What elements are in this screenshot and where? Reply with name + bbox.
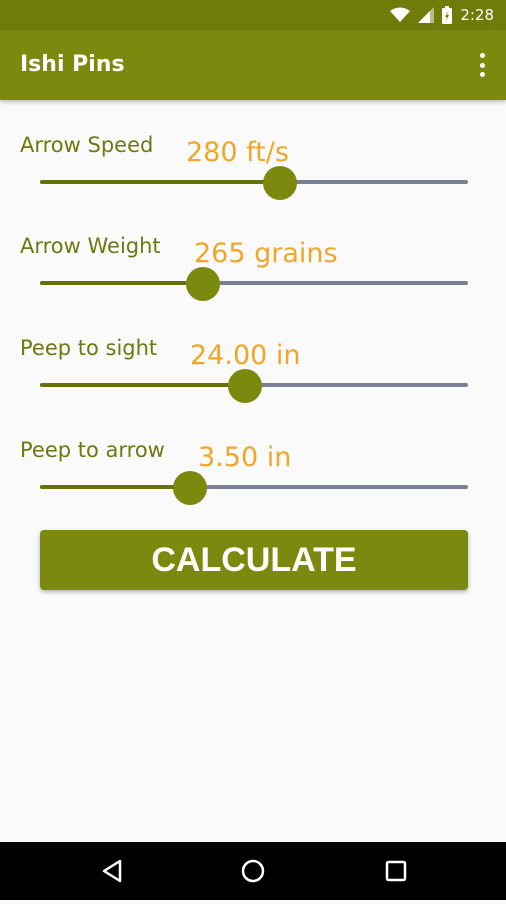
slider-row-peep-to-arrow: Peep to arrow 3.50 in <box>0 438 506 518</box>
wifi-icon <box>390 7 411 22</box>
status-time: 2:28 <box>460 6 494 24</box>
slider-thumb[interactable] <box>262 166 297 200</box>
arrow-weight-slider[interactable] <box>40 264 468 304</box>
status-bar: 2:28 <box>0 0 506 30</box>
slider-thumb[interactable] <box>185 267 220 301</box>
peep-to-arrow-slider[interactable] <box>40 468 468 508</box>
slider-label: Arrow Speed <box>20 133 154 157</box>
slider-label: Peep to sight <box>20 336 158 360</box>
back-icon[interactable] <box>82 842 142 900</box>
recents-icon[interactable] <box>366 842 426 900</box>
slider-track-fill <box>40 485 190 489</box>
slider-thumb[interactable] <box>172 471 207 505</box>
app-title: Ishi Pins <box>20 52 125 77</box>
battery-icon <box>442 6 453 24</box>
slider-track-fill <box>40 281 203 285</box>
overflow-menu-icon[interactable] <box>472 52 492 78</box>
slider-row-arrow-weight: Arrow Weight 265 grains <box>0 234 506 314</box>
home-icon[interactable] <box>223 842 283 900</box>
slider-thumb[interactable] <box>228 369 263 403</box>
calculate-button[interactable]: CALCULATE <box>40 530 468 590</box>
app-bar: Ishi Pins <box>0 30 506 100</box>
peep-to-sight-slider[interactable] <box>40 366 468 406</box>
slider-track-fill <box>40 383 246 387</box>
slider-row-peep-to-sight: Peep to sight 24.00 in <box>0 336 506 416</box>
slider-label: Peep to arrow <box>20 438 165 462</box>
navigation-bar <box>0 842 506 900</box>
slider-track-fill <box>40 180 280 184</box>
signal-icon <box>418 7 435 23</box>
status-icons: 2:28 <box>390 0 494 30</box>
arrow-speed-slider[interactable] <box>40 163 468 203</box>
slider-row-arrow-speed: Arrow Speed 280 ft/s <box>0 133 506 213</box>
slider-label: Arrow Weight <box>20 234 161 258</box>
